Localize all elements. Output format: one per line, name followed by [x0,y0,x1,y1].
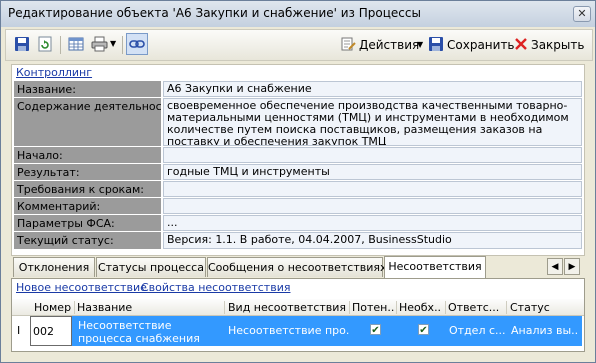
tab-nonconformity-messages[interactable]: Сообщения о несоответствиях [207,257,386,277]
column-divider [224,301,225,314]
field-name: Название: А6 Закупки и снабжение [14,81,582,97]
close-icon [515,38,527,50]
cell-number[interactable]: 002 [30,316,72,346]
column-divider [74,301,75,314]
cell-kind: Несоответствие про... [228,324,349,337]
field-value[interactable]: годные ТМЦ и инструменты [163,164,582,180]
toolbar: ▼ Действия ▼ Сохранить Закрыть [5,29,593,61]
title-bar: Редактирование объекта 'А6 Закупки и сна… [1,1,595,27]
refresh-icon[interactable] [37,36,53,52]
actions-icon [341,37,356,51]
printer-icon[interactable] [91,36,109,52]
actions-menu-label[interactable]: Действия [359,38,419,52]
field-status: Текущий статус: Версия: 1.1. В работе, 0… [14,232,582,249]
printer-dropdown-icon[interactable]: ▼ [110,39,116,48]
col-header-potential[interactable]: Потен... [352,301,394,314]
column-divider [349,301,350,314]
tab-strip: Отклонения Статусы процесса Сообщения о … [11,256,583,278]
new-nonconformity-link[interactable]: Новое несоответствие [16,281,147,294]
field-label: Начало: [14,147,161,163]
nonconformity-properties-link[interactable]: Свойства несоответствия [141,281,290,294]
link-toggle-button[interactable] [126,33,148,55]
window-close-button[interactable]: ✕ [573,6,591,22]
field-value[interactable]: ... [163,215,582,231]
tab-scroll-right-icon[interactable]: ▶ [564,258,580,275]
field-value[interactable]: своевременное обеспечение производства к… [163,98,582,146]
table-row[interactable]: 002 Несоответствие процесса снабжения Не… [30,316,582,346]
potential-checkbox[interactable]: ✔ [370,324,381,336]
link-icon [129,40,145,48]
field-value[interactable]: Версия: 1.1. В работе, 04.04.2007, Busin… [163,232,582,249]
col-header-kind[interactable]: Вид несоответствия [228,301,348,314]
col-header-responsible[interactable]: Ответс... [448,301,504,314]
field-label: Параметры ФСА: [14,215,161,231]
col-header-required[interactable]: Необх... [399,301,441,314]
cell-name: Несоответствие процесса снабжения [78,319,200,345]
close-button[interactable]: Закрыть [531,38,584,52]
tab-deviations[interactable]: Отклонения [13,257,95,277]
field-comment: Комментарий: [14,198,582,214]
cell-responsible: Отдел с... [449,324,505,337]
toolbar-separator [60,36,61,54]
field-start: Начало: [14,147,582,163]
save-icon [429,37,443,51]
field-value[interactable] [163,147,582,163]
field-result: Результат: годные ТМЦ и инструменты [14,164,582,180]
field-value[interactable] [163,198,582,214]
col-header-name[interactable]: Название [77,301,222,314]
field-value[interactable]: А6 Закупки и снабжение [163,81,582,97]
tab-scroll-left-icon[interactable]: ◀ [547,258,563,275]
field-label: Результат: [14,164,161,180]
nonconformities-panel: Новое несоответствие Свойства несоответс… [11,278,585,352]
save-button[interactable]: Сохранить [447,38,515,52]
column-divider [445,301,446,314]
tab-nonconformities[interactable]: Несоответствия [384,256,486,278]
column-divider [506,301,507,314]
field-value[interactable] [163,181,582,197]
required-checkbox[interactable]: ✔ [418,324,429,336]
tab-process-statuses[interactable]: Статусы процесса [96,257,206,277]
field-label: Текущий статус: [14,232,161,249]
cell-status: Анализ вы... [511,324,579,337]
field-label: Комментарий: [14,198,161,214]
column-divider [396,301,397,314]
properties-panel: Контроллинг Название: А6 Закупки и снабж… [11,64,585,256]
col-header-status[interactable]: Статус [510,301,580,314]
actions-dropdown-icon[interactable]: ▼ [417,40,423,49]
col-header-number[interactable]: Номер [34,301,74,314]
save-icon[interactable] [14,36,30,52]
field-label: Название: [14,81,161,97]
field-label: Содержание деятельности: [14,98,161,146]
controlling-link[interactable]: Контроллинг [16,66,92,79]
table-header: Номер Название Вид несоответствия Потен.… [12,299,584,316]
toolbar-separator [122,36,123,54]
field-deadlines: Требования к срокам: [14,181,582,197]
table-icon[interactable] [68,36,84,52]
field-content: Содержание деятельности: своевременное о… [14,98,582,146]
field-fsa: Параметры ФСА: ... [14,215,582,231]
field-label: Требования к срокам: [14,181,161,197]
row-edit-cursor-icon: I [17,324,21,337]
window-title: Редактирование объекта 'А6 Закупки и сна… [8,6,421,20]
edit-object-window: Редактирование объекта 'А6 Закупки и сна… [0,0,596,363]
